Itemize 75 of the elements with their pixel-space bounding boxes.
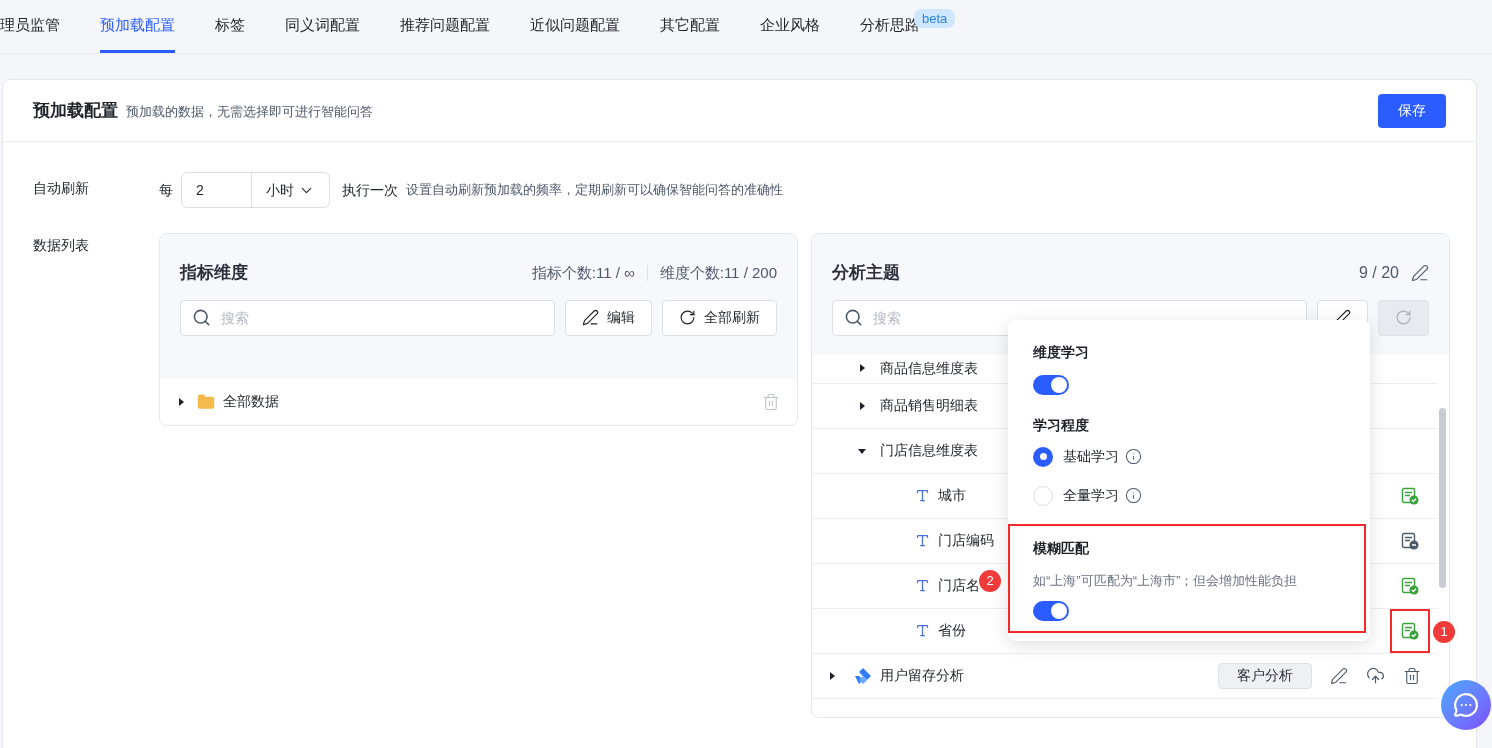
refresh-icon xyxy=(1395,309,1412,326)
text-type-icon xyxy=(915,623,930,638)
document-check-icon[interactable] xyxy=(1401,621,1419,640)
table-name[interactable]: 商品信息维度表 xyxy=(880,357,978,379)
chat-icon xyxy=(1453,692,1479,718)
caret-icon[interactable] xyxy=(858,364,866,372)
fuzzy-description: 如“上海”可匹配为“上海市”；但会增加性能负担 xyxy=(1033,572,1299,590)
refresh-icon xyxy=(679,309,696,326)
trash-icon xyxy=(762,392,780,411)
unit-label: 小时 xyxy=(266,180,294,200)
radio-button[interactable] xyxy=(1033,485,1053,506)
radio-label[interactable]: 全量学习 xyxy=(1063,485,1119,506)
every-label: 每 xyxy=(159,180,173,200)
toggle-switch[interactable] xyxy=(1033,375,1069,395)
caret-icon[interactable] xyxy=(858,401,866,410)
search-icon xyxy=(192,307,211,327)
refresh-hint: 设置自动刷新预加载的频率，定期刷新可以确保智能问答的准确性 xyxy=(406,181,783,200)
info-icon xyxy=(1125,448,1142,465)
count-label: 指标个数:11 / ∞ xyxy=(531,264,635,281)
tab[interactable]: 近似问题配置 xyxy=(530,1,620,53)
field-name[interactable]: 门店编码 xyxy=(938,530,994,551)
panel-title: 分析主题 xyxy=(832,262,900,284)
document-check-icon[interactable] xyxy=(1401,576,1419,595)
table-name[interactable]: 商品销售明细表 xyxy=(880,395,978,416)
caret-icon[interactable] xyxy=(177,397,185,406)
page-title: 预加载配置 xyxy=(33,99,118,122)
tab[interactable]: 其它配置 xyxy=(660,1,720,53)
text-type-icon xyxy=(915,578,930,593)
scrollbar[interactable] xyxy=(1439,408,1446,588)
panel-title: 指标维度 xyxy=(180,262,248,284)
tab[interactable]: 标签 xyxy=(215,1,245,53)
caret-icon[interactable] xyxy=(828,671,836,680)
folder-icon xyxy=(197,392,215,411)
pencil-icon xyxy=(1330,666,1348,685)
count-label: 9 / 20 xyxy=(1358,262,1399,283)
radio-label[interactable]: 基础学习 xyxy=(1063,446,1119,467)
diamond-logo-icon xyxy=(854,666,872,685)
refresh-all-button[interactable]: 全部刷新 xyxy=(662,299,777,336)
interval-field[interactable]: 2 小时 xyxy=(181,172,330,208)
field-name[interactable]: 省份 xyxy=(938,620,966,641)
tab[interactable]: 企业风格 xyxy=(760,1,820,53)
trash-icon xyxy=(1403,666,1421,685)
section-title: 学习程度 xyxy=(1033,416,1090,435)
radio-button[interactable] xyxy=(1033,446,1053,467)
tree-item[interactable]: 全部数据 xyxy=(223,391,279,412)
execute-once-label: 执行一次 xyxy=(342,180,398,200)
document-check-icon[interactable] xyxy=(1401,486,1419,505)
topic-name[interactable]: 用户留存分析 xyxy=(880,665,964,686)
edit-button[interactable]: 编辑 xyxy=(565,299,652,336)
section-title: 模糊匹配 xyxy=(1033,539,1090,558)
table-name[interactable]: 门店信息维度表 xyxy=(880,440,978,461)
text-type-icon xyxy=(915,533,930,548)
info-icon xyxy=(1125,487,1142,504)
data-list-label: 数据列表 xyxy=(33,236,90,255)
search-field[interactable]: 搜索 xyxy=(180,299,555,336)
tab[interactable]: 推荐问题配置 xyxy=(400,1,490,53)
topic-tag: 客户分析 xyxy=(1218,662,1312,689)
cloud-icon xyxy=(1366,666,1385,685)
search-icon xyxy=(844,307,863,327)
toggle-switch[interactable] xyxy=(1033,600,1069,621)
tab[interactable]: 理员监管 xyxy=(0,1,60,53)
text-type-icon xyxy=(915,488,930,503)
document-minus-icon[interactable] xyxy=(1401,531,1419,550)
tab[interactable]: 同义词配置 xyxy=(285,1,360,53)
section-title: 维度学习 xyxy=(1033,343,1090,362)
tab[interactable]: 预加载配置 xyxy=(100,1,175,53)
count-label: 维度个数:11 / 200 xyxy=(646,264,777,281)
auto-refresh-label: 自动刷新 xyxy=(33,179,90,198)
save-button[interactable]: 保存 xyxy=(1378,93,1446,128)
pencil-icon xyxy=(582,309,599,326)
field-name[interactable]: 门店名 xyxy=(938,575,980,596)
pencil-icon xyxy=(1411,263,1429,282)
field-name[interactable]: 城市 xyxy=(938,485,966,506)
caret-icon[interactable] xyxy=(858,446,866,455)
page-subtitle: 预加载的数据，无需选择即可进行智能问答 xyxy=(126,102,373,121)
